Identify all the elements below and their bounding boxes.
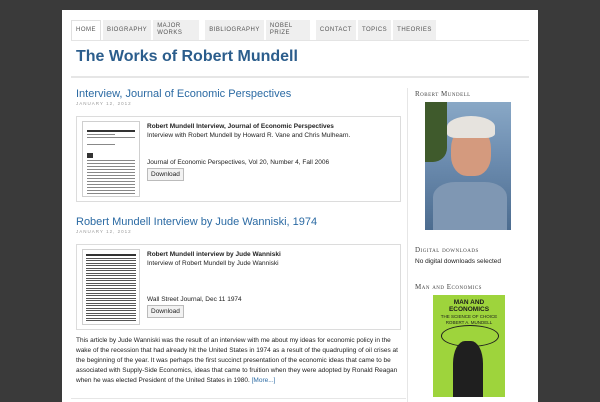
- card-source: Journal of Economic Perspectives, Vol 20…: [147, 159, 330, 166]
- post-title[interactable]: Interview, Journal of Economic Perspecti…: [76, 88, 401, 100]
- post-excerpt: This article by Jude Wanniski was the re…: [76, 336, 402, 386]
- document-thumbnail[interactable]: [82, 121, 140, 197]
- card-info: Robert Mundell interview by Jude Wannisk…: [147, 250, 402, 318]
- card-title: Robert Mundell Interview, Journal of Eco…: [147, 123, 334, 130]
- page: Home Biography Major Works Bibliography …: [62, 10, 538, 402]
- nav-biography[interactable]: Biography: [103, 20, 152, 40]
- main-divider: [71, 398, 406, 399]
- main-content: Interview, Journal of Economic Perspecti…: [76, 84, 401, 386]
- download-button[interactable]: Download: [147, 305, 184, 318]
- document-thumbnail[interactable]: [82, 249, 140, 325]
- card-description: Interview with Robert Mundell by Howard …: [147, 132, 351, 139]
- book-subtitle: THE SCIENCE OF CHOICE: [440, 314, 498, 319]
- download-button[interactable]: Download: [147, 168, 184, 181]
- nav-nobel-prize[interactable]: Nobel Prize: [265, 20, 310, 40]
- main-nav: Home Biography Major Works Bibliography …: [71, 20, 529, 41]
- nav-major-works[interactable]: Major Works: [153, 20, 200, 40]
- excerpt-text: This article by Jude Wanniski was the re…: [76, 337, 398, 384]
- card-title: Robert Mundell interview by Jude Wannisk…: [147, 251, 281, 258]
- downloads-text: No digital downloads selected: [415, 258, 501, 265]
- nav-bibliography[interactable]: Bibliography: [205, 20, 264, 40]
- post-date: January 12, 2012: [76, 101, 132, 106]
- nav-home[interactable]: Home: [71, 20, 101, 40]
- author-portrait: [425, 102, 511, 230]
- site-title[interactable]: The Works of Robert Mundell: [76, 48, 298, 66]
- card-description: Interview of Robert Mundell by Jude Wann…: [147, 260, 279, 267]
- book-heading: Man and Economics: [415, 283, 482, 291]
- portrait-heading: Robert Mundell: [415, 90, 471, 98]
- download-card: Robert Mundell Interview, Journal of Eco…: [76, 116, 401, 202]
- sidebar: Robert Mundell Digital downloads No digi…: [415, 90, 530, 397]
- title-divider: [71, 76, 529, 78]
- card-info: Robert Mundell Interview, Journal of Eco…: [147, 122, 402, 181]
- nav-theories[interactable]: Theories: [393, 20, 436, 40]
- nav-contact[interactable]: Contact: [315, 20, 356, 40]
- downloads-heading: Digital downloads: [415, 246, 479, 254]
- card-source: Wall Street Journal, Dec 11 1974: [147, 296, 242, 303]
- sidebar-divider: [407, 88, 408, 402]
- nav-topics[interactable]: Topics: [357, 20, 392, 40]
- book-title: MAN AND ECONOMICS: [448, 299, 490, 313]
- book-cover[interactable]: MAN AND ECONOMICS THE SCIENCE OF CHOICE …: [433, 295, 505, 397]
- post-date: January 12, 2012: [76, 229, 132, 234]
- download-card: Robert Mundell interview by Jude Wannisk…: [76, 244, 401, 330]
- read-more-link[interactable]: [More...]: [252, 377, 276, 384]
- post-title[interactable]: Robert Mundell Interview by Jude Wannisk…: [76, 216, 401, 228]
